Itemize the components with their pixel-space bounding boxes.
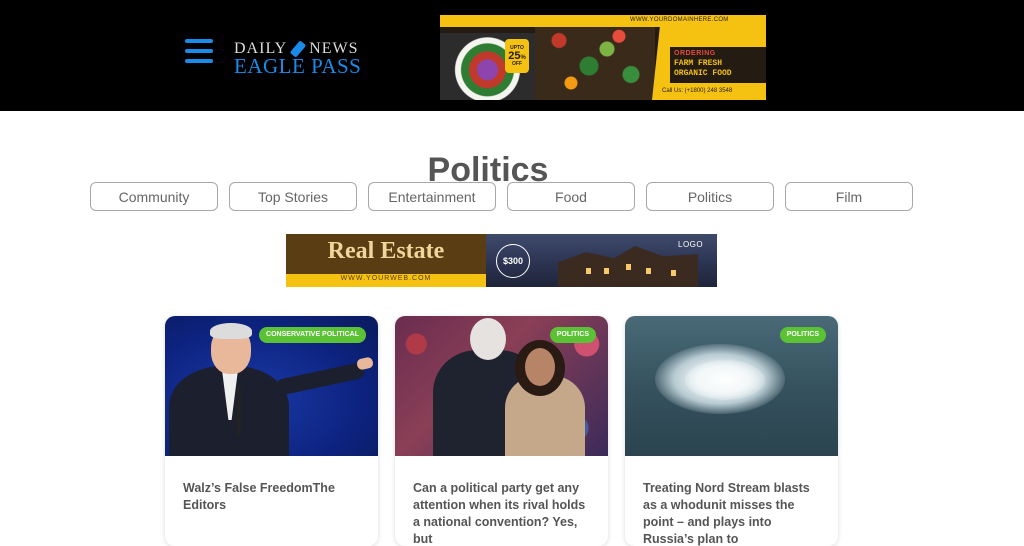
article-tag[interactable]: CONSERVATIVE POLITICAL — [259, 327, 366, 343]
article-headline[interactable]: Can a political party get any attention … — [413, 480, 593, 546]
article-tag[interactable]: POLITICS — [779, 327, 826, 343]
microphone-icon — [237, 386, 241, 436]
article-card[interactable]: CONSERVATIVE POLITICAL Walz’s False Free… — [165, 316, 378, 546]
ad-url: WWW.YOURDOMAINHERE.COM — [630, 17, 729, 23]
ad-logo: LOGO — [678, 240, 704, 249]
ad-line1: FARM FRESH — [674, 59, 723, 68]
ad-url: WWW.YOURWEB.COM — [340, 275, 432, 282]
price-badge: $300 — [496, 244, 530, 278]
category-politics[interactable]: Politics — [646, 182, 774, 211]
ad-ordering-label: ORDERING — [674, 50, 716, 57]
category-food[interactable]: Food — [507, 182, 635, 211]
ad-call: Call Us: (+1800) 248 3548 — [662, 88, 733, 94]
article-card[interactable]: POLITICS Can a political party get any a… — [395, 316, 608, 546]
discount-value: 25% — [508, 49, 526, 62]
site-header: DAILY NEWS EAGLE PASS WWW.YOURDOMAINHERE.… — [0, 0, 1024, 111]
ad-title: Real Estate — [327, 238, 445, 264]
discount-badge: UPTO 25% OFF — [505, 39, 529, 73]
site-logo[interactable]: DAILY NEWS EAGLE PASS — [234, 40, 370, 78]
article-headline[interactable]: Treating Nord Stream blasts as a whoduni… — [643, 480, 823, 546]
vegetables-image — [535, 15, 655, 100]
real-estate-ad-banner[interactable]: Real Estate WWW.YOURWEB.COM $300 LOGO — [286, 234, 717, 287]
category-entertainment[interactable]: Entertainment — [368, 182, 496, 211]
hamburger-menu-icon[interactable] — [185, 39, 213, 63]
ad-line2: ORGANIC FOOD — [674, 69, 732, 78]
category-community[interactable]: Community — [90, 182, 218, 211]
top-ad-banner[interactable]: WWW.YOURDOMAINHERE.COM UPTO 25% OFF ORDE… — [440, 15, 766, 100]
logo-line2: EAGLE PASS — [234, 54, 362, 78]
category-film[interactable]: Film — [785, 182, 913, 211]
article-card[interactable]: POLITICS Treating Nord Stream blasts as … — [625, 316, 838, 546]
article-tag[interactable]: POLITICS — [549, 327, 596, 343]
article-headline[interactable]: Walz’s False FreedomThe Editors — [183, 480, 363, 514]
category-top-stories[interactable]: Top Stories — [229, 182, 357, 211]
